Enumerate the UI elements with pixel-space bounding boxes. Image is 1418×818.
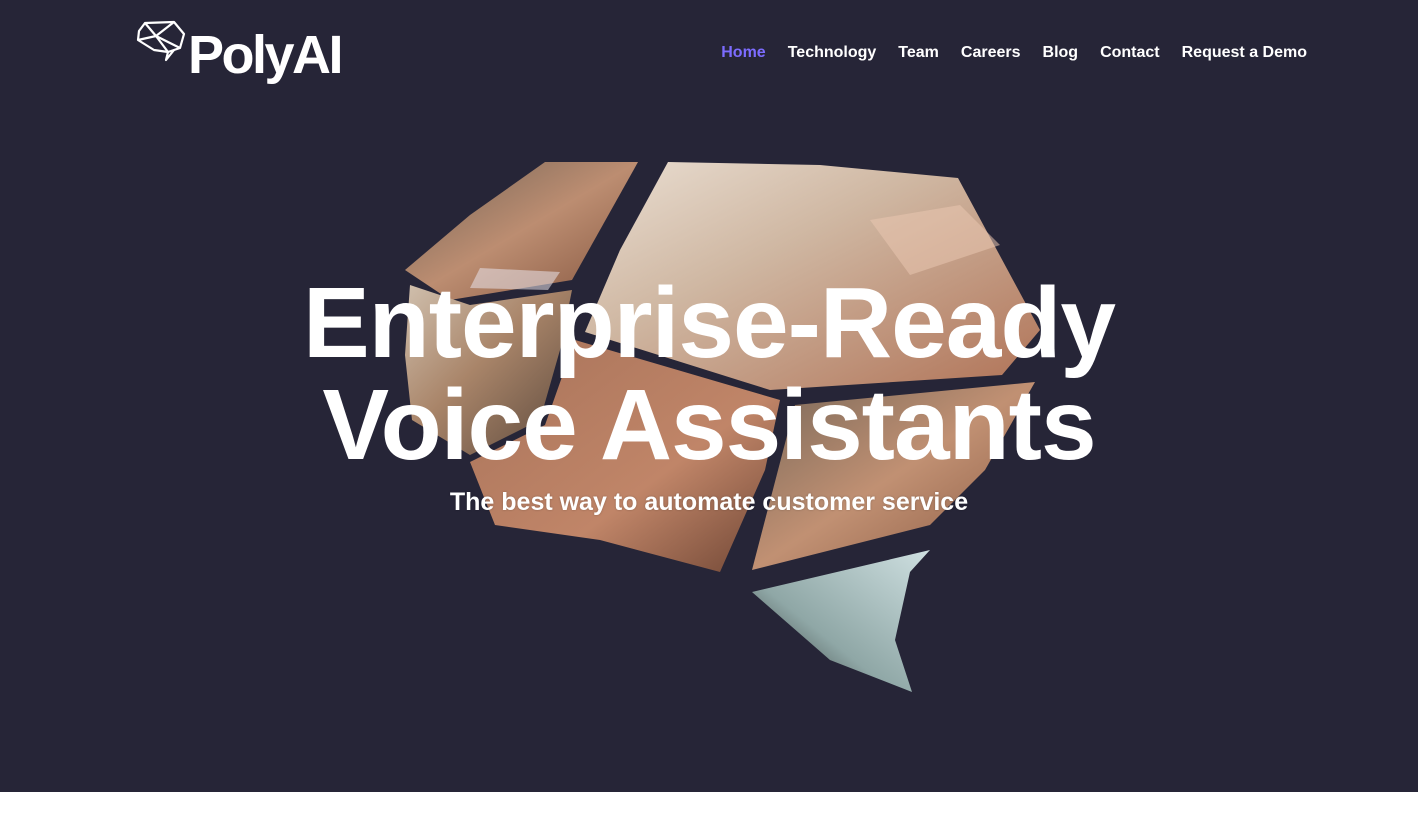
main-nav: Home Technology Team Careers Blog Contac… (721, 42, 1307, 64)
nav-item-request-demo[interactable]: Request a Demo (1182, 42, 1307, 64)
brand-name: PolyAI (188, 25, 344, 85)
nav-item-team[interactable]: Team (898, 42, 939, 64)
nav-item-home[interactable]: Home (721, 42, 765, 64)
nav-item-blog[interactable]: Blog (1043, 42, 1079, 64)
hero-headline: Enterprise-Ready Voice Assistants (0, 272, 1418, 476)
gem-outline-icon (136, 20, 186, 62)
next-section (0, 792, 1418, 818)
hero-headline-line-2: Voice Assistants (322, 369, 1096, 481)
hero-subheadline: The best way to automate customer servic… (449, 488, 969, 516)
brand-logo[interactable]: PolyAI (136, 20, 344, 86)
hero-section: PolyAI Home Technology Team Careers Blog… (0, 0, 1418, 792)
nav-item-contact[interactable]: Contact (1100, 42, 1160, 64)
nav-item-technology[interactable]: Technology (788, 42, 877, 64)
hero-headline-line-1: Enterprise-Ready (302, 267, 1116, 379)
nav-item-careers[interactable]: Careers (961, 42, 1021, 64)
